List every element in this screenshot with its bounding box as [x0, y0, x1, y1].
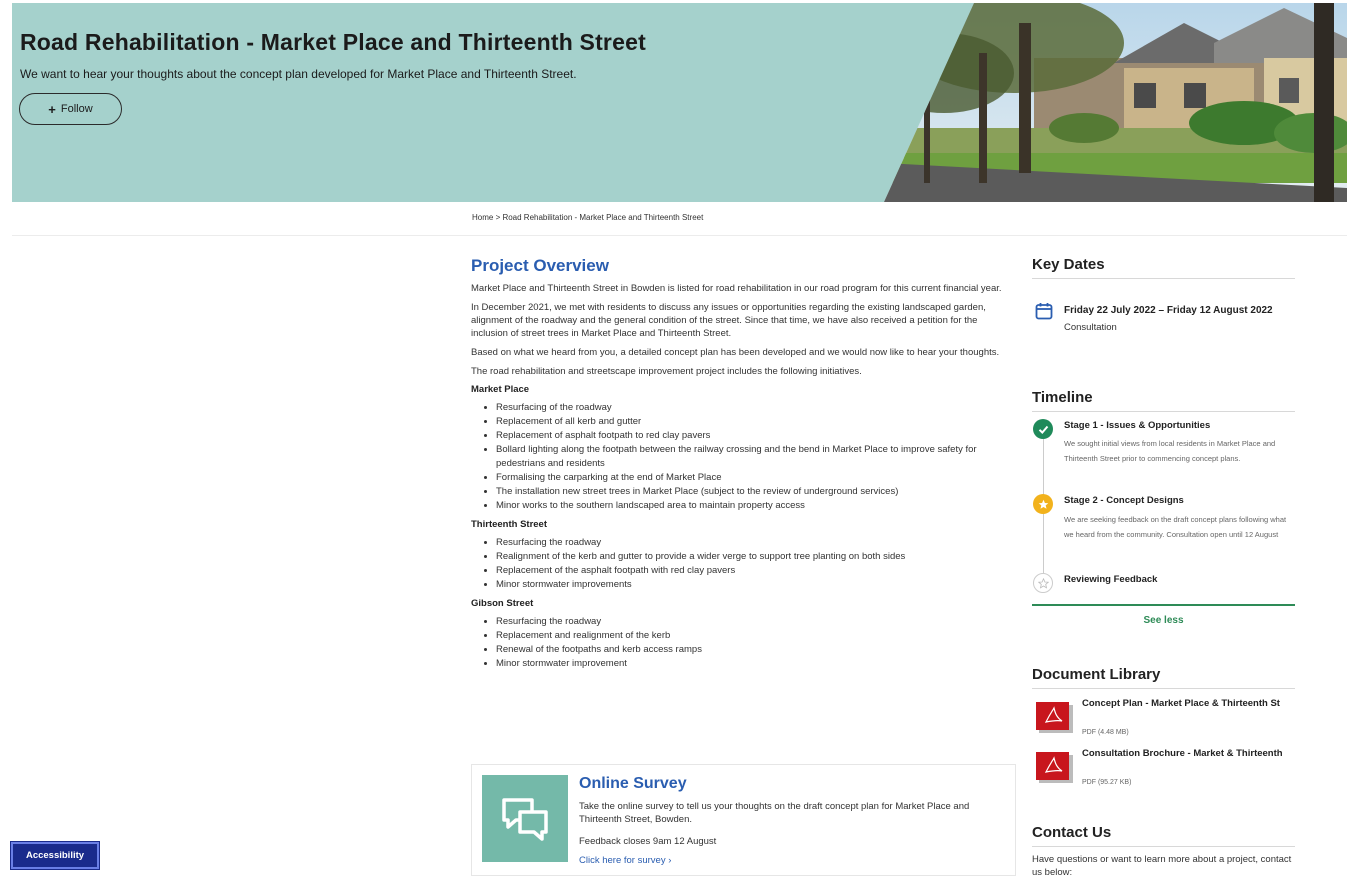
- document-meta: PDF (95.27 KB): [1082, 779, 1132, 786]
- page-title: Road Rehabilitation - Market Place and T…: [20, 29, 646, 55]
- survey-title: Online Survey: [579, 775, 687, 792]
- section-heading: Market Place: [471, 384, 530, 395]
- initiatives-list: Resurfacing the roadway Replacement and …: [471, 615, 1016, 671]
- list-item: Minor stormwater improvements: [496, 578, 1016, 592]
- timeline-divider: [1032, 604, 1295, 606]
- list-item: Minor stormwater improvement: [496, 657, 1016, 671]
- timeline-stage-title: Stage 1 - Issues & Opportunities: [1064, 420, 1211, 431]
- hero-photo: [884, 3, 1347, 202]
- key-date-range: Friday 22 July 2022 – Friday 12 August 2…: [1064, 305, 1273, 316]
- list-item: Bollard lighting along the footpath betw…: [496, 443, 1016, 471]
- list-item: Replacement of the asphalt footpath with…: [496, 564, 1016, 578]
- initiatives-list: Resurfacing of the roadway Replacement o…: [471, 401, 1016, 513]
- follow-button[interactable]: + Follow: [19, 93, 122, 125]
- survey-closing-date: Feedback closes 9am 12 August: [579, 836, 717, 847]
- overview-paragraph: In December 2021, we met with residents …: [471, 302, 986, 339]
- timeline-stage-title: Stage 2 - Concept Designs: [1064, 495, 1184, 506]
- overview-paragraph: Based on what we heard from you, a detai…: [471, 347, 1000, 358]
- list-item: Resurfacing of the roadway: [496, 401, 1016, 415]
- divider: [1032, 278, 1295, 279]
- list-item: Formalising the carparking at the end of…: [496, 471, 1016, 485]
- list-item: Minor works to the southern landscaped a…: [496, 499, 1016, 513]
- initiatives-list: Resurfacing the roadway Realignment of t…: [471, 536, 1016, 592]
- star-icon: [1033, 494, 1053, 514]
- key-dates-heading: Key Dates: [1032, 256, 1105, 273]
- divider: [12, 235, 1347, 236]
- overview-paragraph: The road rehabilitation and streetscape …: [471, 366, 862, 377]
- page-subtitle: We want to hear your thoughts about the …: [20, 67, 577, 81]
- key-date-label: Consultation: [1064, 322, 1117, 333]
- pdf-icon: [1036, 702, 1073, 733]
- list-item: Replacement of all kerb and gutter: [496, 415, 1016, 429]
- breadcrumb[interactable]: Home > Road Rehabilitation - Market Plac…: [472, 213, 703, 222]
- divider: [1032, 688, 1295, 689]
- document-meta: PDF (4.48 MB): [1082, 729, 1129, 736]
- list-item: Realignment of the kerb and gutter to pr…: [496, 550, 1016, 564]
- list-item: Resurfacing the roadway: [496, 615, 1016, 629]
- document-link[interactable]: Consultation Brochure - Market & Thirtee…: [1082, 747, 1294, 761]
- survey-description: Take the online survey to tell us your t…: [579, 801, 970, 825]
- chat-bubbles-icon: [482, 775, 568, 862]
- timeline-stage-desc: We sought initial views from local resid…: [1064, 439, 1276, 463]
- document-library-heading: Document Library: [1032, 666, 1161, 683]
- accessibility-button[interactable]: Accessibility: [10, 841, 100, 870]
- contact-heading: Contact Us: [1032, 824, 1112, 841]
- overview-heading: Project Overview: [471, 256, 609, 275]
- contact-text: Have questions or want to learn more abo…: [1032, 854, 1292, 878]
- section-heading: Thirteenth Street: [471, 519, 548, 530]
- list-item: Resurfacing the roadway: [496, 536, 1016, 550]
- project-overview: Project Overview Market Place and Thirte…: [471, 256, 1016, 677]
- document-link[interactable]: Concept Plan - Market Place & Thirteenth…: [1082, 697, 1294, 711]
- pdf-icon: [1036, 752, 1073, 783]
- divider: [1032, 846, 1295, 847]
- list-item: The installation new street trees in Mar…: [496, 485, 1016, 499]
- calendar-icon: [1035, 303, 1053, 320]
- section-heading: Gibson Street: [471, 598, 534, 609]
- list-item: Replacement and realignment of the kerb: [496, 629, 1016, 643]
- divider: [1032, 411, 1295, 412]
- see-less-toggle[interactable]: See less: [1032, 615, 1295, 626]
- follow-label: Follow: [60, 103, 93, 115]
- list-item: Replacement of asphalt footpath to red c…: [496, 429, 1016, 443]
- timeline-stage-title: Reviewing Feedback: [1064, 574, 1158, 585]
- overview-paragraph: Market Place and Thirteenth Street in Bo…: [471, 283, 1002, 294]
- star-outline-icon: [1033, 573, 1053, 593]
- survey-link[interactable]: Click here for survey ›: [579, 855, 671, 866]
- plus-icon: +: [48, 101, 56, 117]
- list-item: Renewal of the footpaths and kerb access…: [496, 643, 1016, 657]
- check-icon: [1033, 419, 1053, 439]
- hero-banner: Road Rehabilitation - Market Place and T…: [12, 3, 1347, 202]
- online-survey-card: Online Survey Take the online survey to …: [471, 764, 1016, 876]
- timeline-heading: Timeline: [1032, 389, 1093, 406]
- timeline-stage-desc: We are seeking feedback on the draft con…: [1064, 515, 1287, 539]
